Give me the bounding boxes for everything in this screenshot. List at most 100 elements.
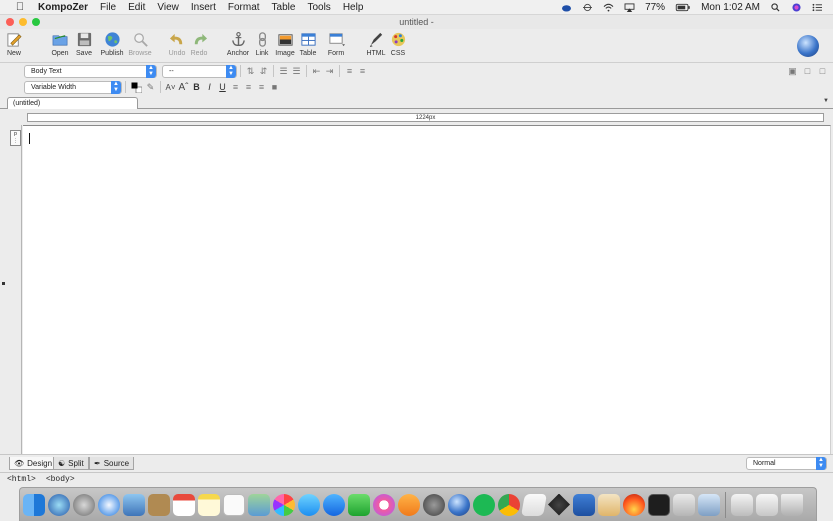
tab-source[interactable]: ✒ Source (89, 457, 135, 470)
terminal-icon[interactable] (648, 493, 670, 516)
fontlab-icon[interactable] (598, 493, 620, 516)
preview-icon[interactable] (123, 493, 145, 516)
text-color-swatch[interactable] (130, 82, 143, 93)
calendar-icon[interactable] (173, 493, 195, 516)
bullet-list-icon[interactable]: ☰ (291, 66, 302, 77)
highlight-pen-icon[interactable]: ✎ (145, 82, 156, 93)
siri-dock-icon[interactable] (48, 493, 70, 516)
facetime-icon[interactable] (348, 493, 370, 516)
tab-list-chevron-icon[interactable]: ▼ (823, 98, 829, 104)
italic-icon[interactable]: I (204, 82, 215, 93)
desktop-stack-icon[interactable] (756, 493, 778, 516)
layer-front-icon[interactable]: □ (802, 66, 813, 77)
itunes-icon[interactable] (373, 493, 395, 516)
paragraph-style-select[interactable]: Body Text ▲ ▼ (24, 64, 157, 78)
menu-view[interactable]: View (151, 2, 185, 13)
notification-center-icon[interactable] (812, 3, 823, 12)
photos-icon[interactable] (273, 493, 295, 516)
align-center-icon[interactable]: ≡ (243, 82, 254, 93)
cloud-sync-icon[interactable] (561, 3, 572, 12)
document-tab[interactable]: (untitled) (7, 97, 138, 109)
wifi-icon[interactable] (603, 3, 614, 12)
undo-button[interactable]: Undo (168, 29, 186, 57)
notes-icon[interactable] (198, 493, 220, 516)
image-button[interactable]: Image (274, 29, 296, 57)
font-select[interactable]: Variable Width ▲ ▼ (24, 80, 122, 94)
app-store-icon[interactable] (323, 493, 345, 516)
menu-table[interactable]: Table (266, 2, 302, 13)
ibooks-icon[interactable] (398, 493, 420, 516)
menu-help[interactable]: Help (337, 2, 370, 13)
link-button[interactable]: Link (252, 29, 272, 57)
layer-icon[interactable]: ▣ (787, 66, 798, 77)
reminders-icon[interactable] (223, 493, 245, 516)
align-left-block-icon[interactable]: ≡ (344, 66, 355, 77)
word-icon[interactable] (573, 493, 595, 516)
paragraph-spacing-icon[interactable]: ⇵ (258, 66, 269, 77)
layer-back-icon[interactable]: □ (817, 66, 828, 77)
underline-icon[interactable]: U (217, 82, 228, 93)
tab-design[interactable]: 👁 Design (9, 457, 58, 470)
clock[interactable]: Mon 1:02 AM (701, 2, 760, 13)
paragraph-tag-icon[interactable]: p ⋮ (10, 130, 21, 146)
system-preferences-icon[interactable] (423, 493, 445, 516)
indent-icon[interactable]: ⇥ (324, 66, 335, 77)
status-tag-body[interactable]: <body> (46, 475, 75, 484)
siri-icon[interactable] (791, 2, 802, 12)
menu-insert[interactable]: Insert (185, 2, 222, 13)
firefox-icon[interactable] (623, 493, 645, 516)
launchpad-icon[interactable] (73, 493, 95, 516)
spotify-icon[interactable] (473, 493, 495, 516)
spotlight-search-icon[interactable] (770, 2, 781, 12)
printer-utility-icon[interactable] (673, 493, 695, 516)
outdent-icon[interactable]: ⇤ (311, 66, 322, 77)
menu-format[interactable]: Format (222, 2, 266, 13)
design-editor-area[interactable] (23, 125, 831, 454)
messages-icon[interactable] (298, 493, 320, 516)
align-justify-icon[interactable]: ■ (269, 82, 280, 93)
menu-tools[interactable]: Tools (301, 2, 336, 13)
line-spacing-icon[interactable]: ⇅ (245, 66, 256, 77)
table-button[interactable]: Table (298, 29, 318, 57)
numbered-list-icon[interactable]: ☰ (278, 66, 289, 77)
kompozer-dock-icon[interactable] (448, 493, 470, 516)
font-larger-icon[interactable]: Aˆ (178, 82, 189, 93)
menu-edit[interactable]: Edit (122, 2, 151, 13)
color-swatch-icon (131, 82, 142, 93)
apple-menu-icon[interactable]:  (12, 1, 28, 13)
form-button[interactable]: Form (324, 29, 348, 57)
font-smaller-icon[interactable]: A˅ (165, 82, 176, 93)
tab-split[interactable]: ☯ Split (53, 457, 89, 470)
view-mode-select[interactable]: Normal ▲ ▼ (746, 457, 827, 470)
redo-button[interactable]: Redo (190, 29, 208, 57)
network-icon[interactable] (582, 3, 593, 12)
class-select[interactable]: -- ▲ ▼ (162, 64, 237, 78)
html-button[interactable]: HTML (366, 29, 386, 57)
browse-button[interactable]: Browse (128, 29, 152, 57)
open-button[interactable]: Open (50, 29, 70, 57)
new-button[interactable]: New (5, 29, 23, 57)
bold-icon[interactable]: B (191, 82, 202, 93)
anchor-button[interactable]: Anchor (226, 29, 250, 57)
scanner-icon[interactable] (698, 493, 720, 516)
align-right-icon[interactable]: ≡ (256, 82, 267, 93)
downloads-stack-icon[interactable] (731, 493, 753, 516)
align-left-icon[interactable]: ≡ (230, 82, 241, 93)
battery-icon[interactable] (675, 3, 691, 12)
app-menu[interactable]: KompoZer (32, 2, 94, 13)
trash-icon[interactable] (781, 493, 803, 516)
safari-icon[interactable] (98, 493, 120, 516)
menu-file[interactable]: File (94, 2, 122, 13)
notebook-icon[interactable] (148, 493, 170, 516)
finder-icon[interactable] (23, 493, 45, 516)
status-tag-html[interactable]: <html> (7, 475, 36, 484)
chrome-icon[interactable] (498, 493, 520, 516)
save-button[interactable]: Save (76, 29, 92, 57)
airplay-icon[interactable] (624, 2, 635, 12)
maps-icon[interactable] (248, 493, 270, 516)
script-editor-icon[interactable] (521, 493, 547, 516)
inkscape-icon[interactable] (548, 493, 570, 516)
css-button[interactable]: CSS (388, 29, 408, 57)
align-right-block-icon[interactable]: ≡ (357, 66, 368, 77)
publish-button[interactable]: Publish (100, 29, 124, 57)
